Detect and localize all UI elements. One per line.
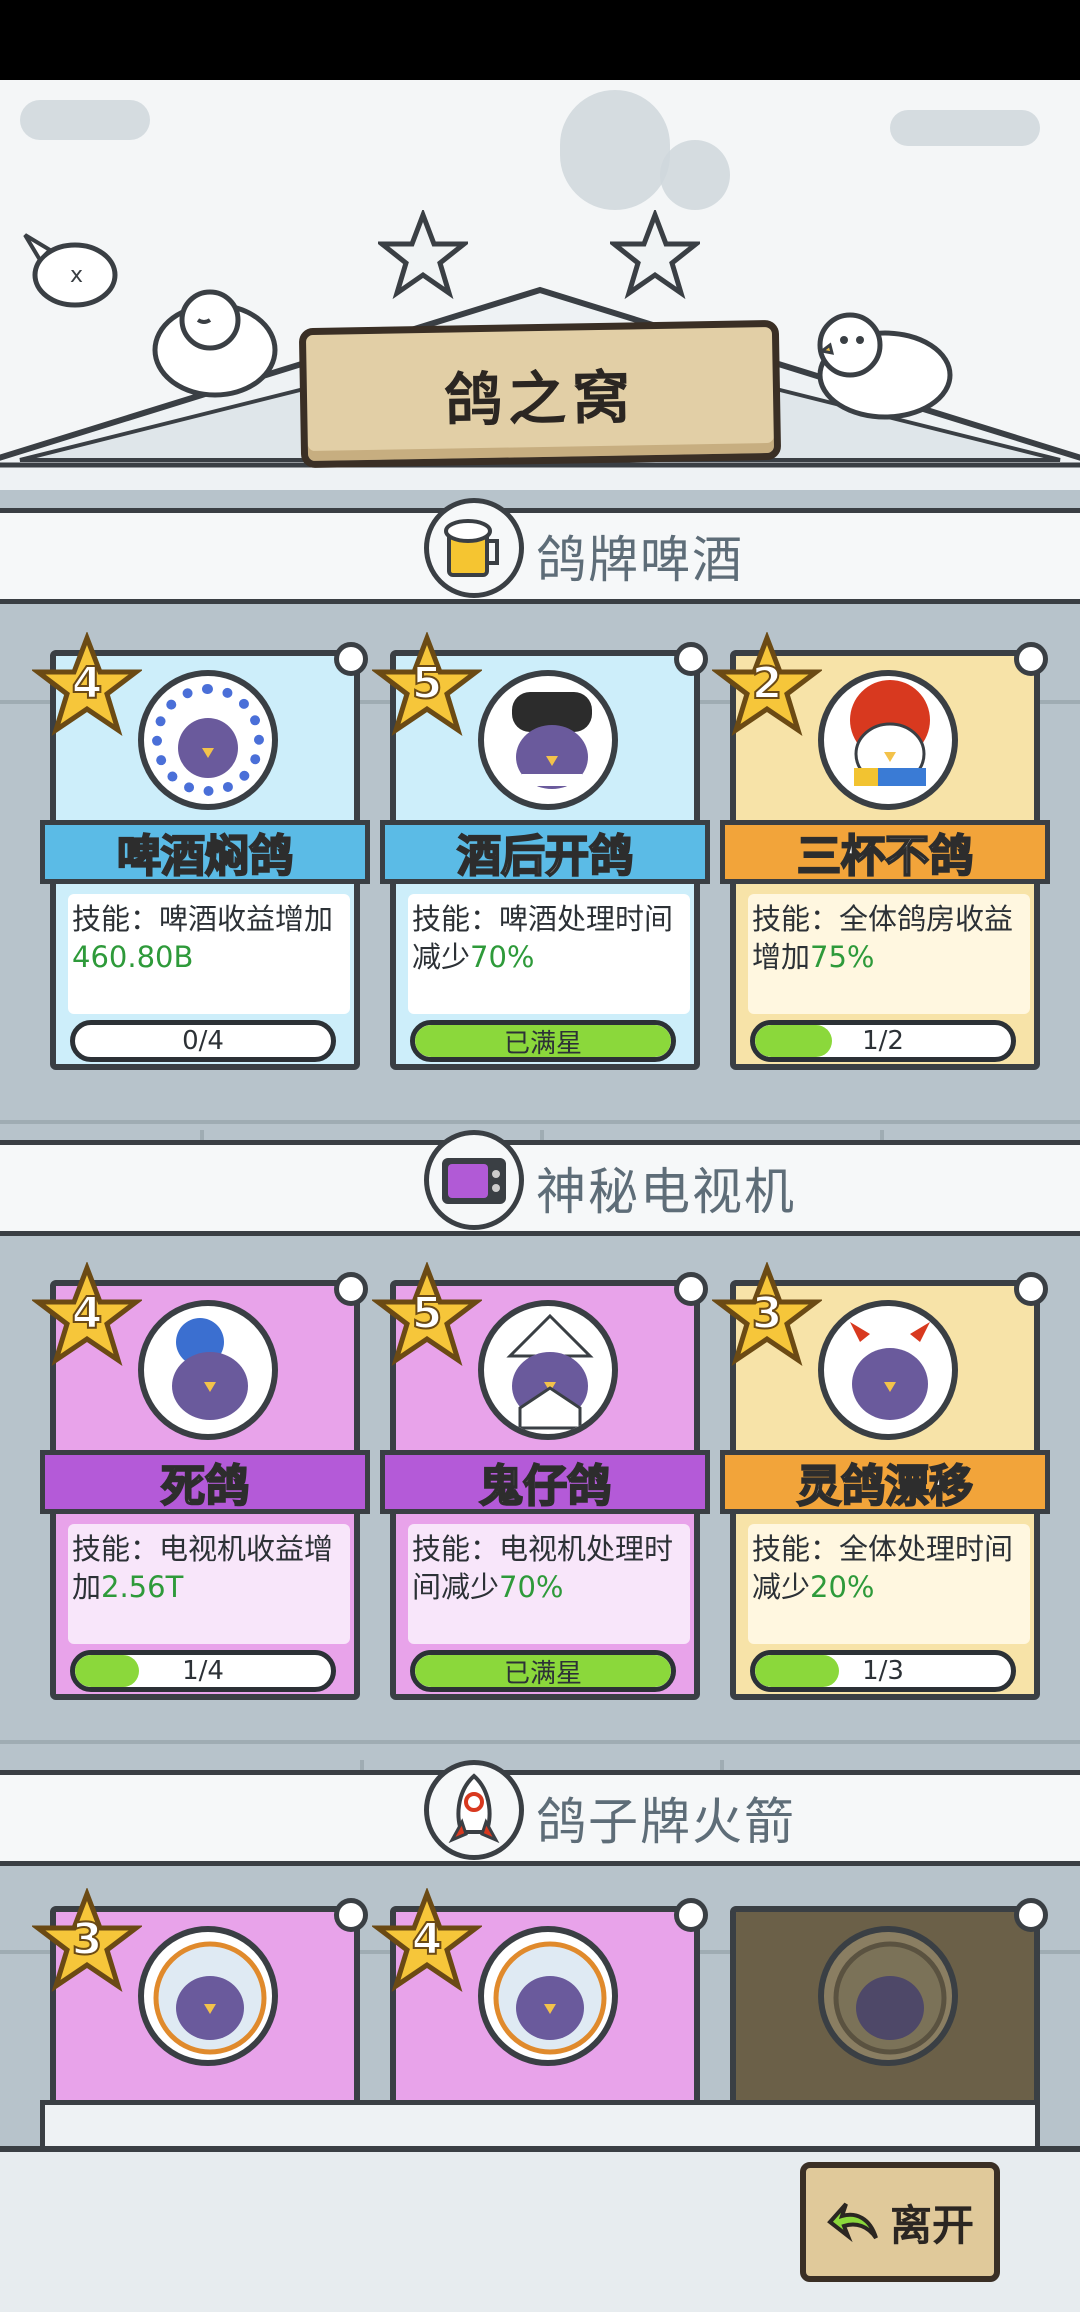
pigeon-card[interactable]: 4 死鸽 技能：电视机收益增加2.56T 1/4 [32, 1262, 370, 1700]
card-name: 酒后开鸽 [456, 830, 634, 883]
svg-text:x: x [70, 263, 83, 288]
skill-value: 70% [499, 1570, 564, 1604]
section-title-tv: 神秘电视机 [536, 1163, 796, 1221]
star-progress-bar: 1/3 [750, 1650, 1016, 1692]
skill-value: 20% [810, 1570, 875, 1604]
star-progress-bar: 已满星 [410, 1650, 676, 1692]
star-count: 5 [411, 657, 444, 710]
pigeon-avatar [478, 670, 618, 810]
star-progress-bar: 1/4 [70, 1650, 336, 1692]
star-count: 4 [411, 1913, 444, 1966]
pigeon-avatar [818, 1300, 958, 1440]
card-name-bar: 三杯不鸽 [720, 820, 1050, 884]
beer-mug-icon [424, 498, 524, 598]
pigeon-avatar [818, 670, 958, 810]
skill-description: 技能：电视机处理时间减少70% [408, 1524, 690, 1644]
pigeon-card[interactable]: 4 啤酒焖鸽 技能：啤酒收益增加460.80B 0/4 [32, 632, 370, 1070]
skill-value: 2.56T [101, 1570, 184, 1604]
card-name: 死鸽 [160, 1460, 250, 1513]
card-name: 三杯不鸽 [796, 830, 974, 883]
section-title-beer: 鸽牌啤酒 [536, 531, 744, 589]
card-name-bar: 酒后开鸽 [380, 820, 710, 884]
pigeon-avatar [138, 1926, 278, 2066]
card-name-bar: 死鸽 [40, 1450, 370, 1514]
star-count: 2 [751, 657, 784, 710]
pigeon-nest-scene: x 鸽之窝 鸽牌啤酒 4 啤酒焖鸽 技能：啤酒收益增加460.80B 0/4 5… [0, 80, 1080, 2312]
progress-label: 已满星 [503, 1658, 582, 1689]
pigeon-card[interactable]: 2 三杯不鸽 技能：全体鸽房收益增加75% 1/2 [712, 632, 1050, 1070]
sleeping-pigeon-icon [152, 289, 278, 398]
star-progress-bar: 0/4 [70, 1020, 336, 1062]
roof-star-left-icon [378, 210, 468, 300]
star-count: 5 [411, 1287, 444, 1340]
skill-value: 70% [470, 940, 535, 974]
pigeon-card[interactable]: 5 鬼仔鸽 技能：电视机处理时间减少70% 已满星 [372, 1262, 710, 1700]
back-arrow-icon [827, 2202, 878, 2243]
card-name-bar: 啤酒焖鸽 [40, 820, 370, 884]
pigeon-avatar [478, 1300, 618, 1440]
card-name: 鬼仔鸽 [478, 1460, 612, 1513]
star-progress-bar: 1/2 [750, 1020, 1016, 1062]
skill-description: 技能：啤酒处理时间减少70% [408, 894, 690, 1014]
pigeon-avatar [478, 1926, 618, 2066]
pigeon-avatar [138, 670, 278, 810]
star-count: 3 [71, 1913, 104, 1966]
skill-value: 75% [810, 940, 875, 974]
star-count: 4 [71, 657, 104, 710]
page-title: 鸽之窝 [443, 363, 637, 435]
progress-label: 1/4 [182, 1656, 224, 1686]
roof-star-right-icon [610, 210, 700, 300]
skill-description: 技能：啤酒收益增加460.80B [68, 894, 350, 1014]
sitting-pigeon-icon [817, 312, 953, 420]
card-name: 灵鸽漂移 [796, 1460, 974, 1513]
skill-description: 技能：全体处理时间减少20% [748, 1524, 1030, 1644]
locked-pigeon-avatar [818, 1926, 958, 2066]
leave-label: 离开 [889, 2200, 974, 2250]
section-title-rocket: 鸽子牌火箭 [536, 1793, 796, 1851]
card-name-bar: 灵鸽漂移 [720, 1450, 1050, 1514]
skill-value: 460.80B [72, 940, 194, 974]
skill-description: 技能：全体鸽房收益增加75% [748, 894, 1030, 1014]
rocket-icon [424, 1760, 524, 1860]
progress-label: 0/4 [182, 1026, 224, 1056]
status-bar [0, 0, 1080, 80]
star-count: 3 [751, 1287, 784, 1340]
pigeon-card[interactable]: 3 灵鸽漂移 技能：全体处理时间减少20% 1/3 [712, 1262, 1050, 1700]
card-name-bar: 鬼仔鸽 [380, 1450, 710, 1514]
tv-icon [424, 1130, 524, 1230]
progress-label: 1/3 [862, 1656, 904, 1686]
pigeon-avatar [138, 1300, 278, 1440]
star-count: 4 [71, 1287, 104, 1340]
skill-description: 技能：电视机收益增加2.56T [68, 1524, 350, 1644]
leave-button[interactable]: 离开 [800, 2162, 1000, 2282]
flying-pigeon-icon: x [23, 233, 118, 308]
star-progress-bar: 已满星 [410, 1020, 676, 1062]
pigeon-card[interactable]: 5 酒后开鸽 技能：啤酒处理时间减少70% 已满星 [372, 632, 710, 1070]
progress-label: 1/2 [862, 1026, 904, 1056]
card-name: 啤酒焖鸽 [116, 830, 294, 883]
title-plaque: 鸽之窝 [298, 319, 782, 469]
progress-label: 已满星 [503, 1028, 582, 1059]
